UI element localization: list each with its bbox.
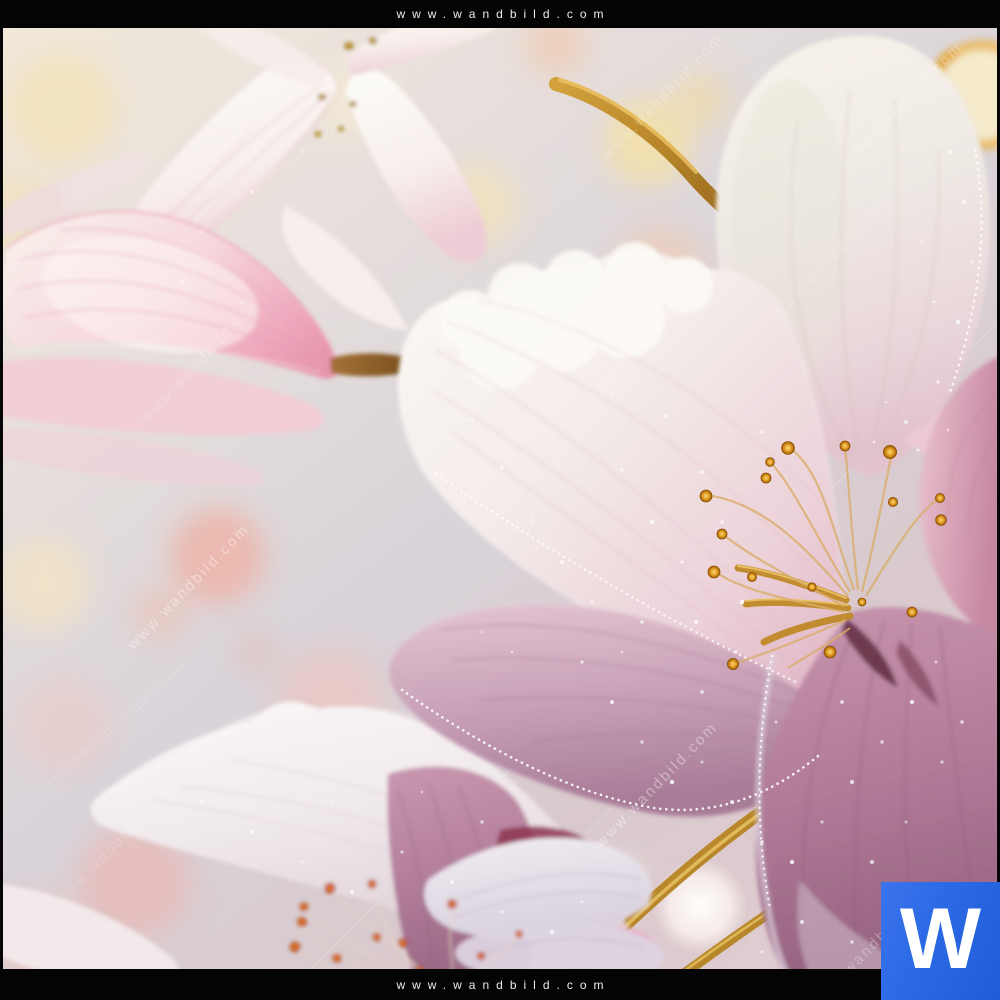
wandbild-logo-letter: W — [900, 896, 981, 982]
left-border — [0, 0, 3, 1000]
bottom-url-text: www.wandbild.com — [389, 978, 610, 992]
top-url-bar: www.wandbild.com — [0, 0, 1000, 28]
bottom-url-bar: www.wandbild.com — [0, 969, 1000, 1000]
top-url-text: www.wandbild.com — [389, 7, 610, 21]
wandbild-logo[interactable]: W — [881, 882, 1000, 1000]
flower-artwork: www.wandbild.com www.wandbild.com www.wa… — [0, 0, 1000, 1000]
product-preview-page: www.wandbild.com www.wandbild.com www.wa… — [0, 0, 1000, 1000]
